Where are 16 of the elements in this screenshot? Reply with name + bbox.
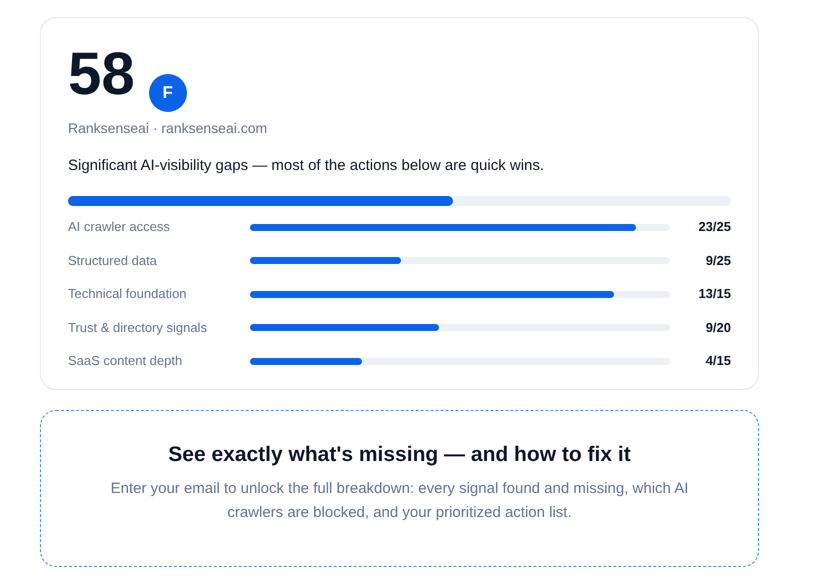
category-score: 9/25	[704, 252, 731, 270]
category-label: Technical foundation	[68, 285, 188, 304]
category-label: AI crawler access	[68, 218, 171, 236]
category-score: 23/25	[697, 218, 731, 236]
grade-badge: F	[148, 74, 187, 112]
site-name: Ranksenseai · ranksenseai.com	[68, 119, 268, 138]
category-score: 9/20	[704, 318, 731, 337]
summary-text: Significant AI-visibility gaps — most of the actions below are quick wins.	[68, 156, 546, 176]
score-value: 58	[68, 42, 135, 106]
category-score: 13/15	[697, 285, 731, 304]
category-label: Trust & directory signals	[68, 318, 208, 337]
category-label: Structured data	[68, 252, 158, 270]
category-score: 4/15	[704, 352, 731, 370]
unlock-title: See exactly what's missing — and how to fix it	[168, 442, 631, 468]
category-label: SaaS content depth	[68, 352, 184, 370]
unlock-description: Enter your email to unlock the full breakdown: every signal found and missing, which AI crawlers are blocked, and your prioritized action list.	[110, 478, 690, 522]
